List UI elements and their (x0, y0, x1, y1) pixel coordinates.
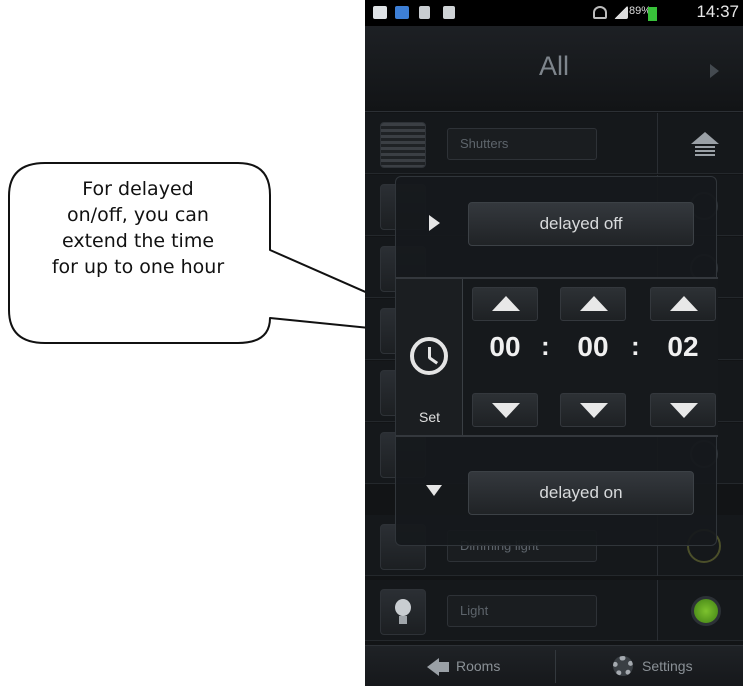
hours-value: 00 (489, 331, 521, 362)
clipboard-icon (443, 6, 455, 19)
seconds-value: 02 (667, 331, 699, 362)
bulb-icon[interactable] (380, 589, 426, 635)
delayed-on-button[interactable]: delayed on (468, 471, 694, 515)
phone-screen: 89% 14:37 All Shutters Light delayed off… (365, 0, 743, 686)
page-title: All (538, 51, 569, 81)
bulb-base (399, 616, 407, 624)
delayed-off-button[interactable]: delayed off (468, 202, 694, 246)
time-separator: : (631, 331, 640, 361)
battery-icon (648, 7, 657, 21)
shutter-icon[interactable] (380, 122, 426, 168)
timer-icon[interactable] (410, 337, 448, 375)
home-icon-base (695, 146, 715, 156)
seconds-decrement-button[interactable] (650, 393, 716, 427)
header: All (365, 26, 743, 112)
row-divider (657, 113, 658, 174)
set-button[interactable]: Set (396, 409, 463, 425)
rooms-button[interactable]: Rooms (456, 646, 500, 686)
callout-text: For delayed on/off, you can extend the t… (12, 176, 264, 280)
set-panel: Set (396, 279, 463, 435)
status-indicator-on[interactable] (691, 596, 721, 626)
signal-icon (614, 6, 628, 19)
delay-timer-dialog: delayed off Set 00 : 00 : 02 delayed on (395, 176, 718, 546)
seconds-increment-button[interactable] (650, 287, 716, 321)
callout-line: on/off, you can (67, 204, 209, 226)
bottom-nav: Rooms Settings (365, 645, 743, 686)
time-picker: Set 00 : 00 : 02 (396, 277, 718, 437)
callout-line: extend the time (61, 230, 215, 252)
seconds-spinner: 02 (650, 287, 716, 427)
bulb-glyph (395, 599, 411, 616)
nav-divider (555, 650, 556, 683)
expand-arrow-icon[interactable] (429, 215, 440, 231)
hours-decrement-button[interactable] (472, 393, 538, 427)
time-separator: : (541, 331, 550, 361)
hours-spinner: 00 (472, 287, 538, 427)
status-bar: 89% 14:37 (365, 0, 743, 26)
wifi-icon (593, 6, 607, 19)
app-icon (395, 6, 409, 19)
document-icon (419, 6, 430, 19)
device-label: Light (447, 595, 597, 627)
minutes-decrement-button[interactable] (560, 393, 626, 427)
hours-increment-button[interactable] (472, 287, 538, 321)
gallery-icon (373, 6, 387, 19)
back-arrow-tail (437, 662, 449, 672)
callout-line: for up to one hour (51, 256, 225, 278)
callout-line: For delayed (82, 178, 194, 200)
list-item[interactable]: Light (365, 580, 743, 641)
row-divider (657, 580, 658, 641)
minutes-value: 00 (577, 331, 609, 362)
minutes-spinner: 00 (560, 287, 626, 427)
next-arrow-icon[interactable] (710, 64, 719, 78)
minutes-increment-button[interactable] (560, 287, 626, 321)
home-icon[interactable] (691, 132, 719, 144)
clock-time: 14:37 (696, 2, 739, 21)
settings-button[interactable]: Settings (642, 646, 693, 686)
collapse-arrow-icon[interactable] (426, 485, 442, 496)
list-item[interactable]: Shutters (365, 113, 743, 174)
gear-icon[interactable] (613, 656, 633, 676)
device-label: Shutters (447, 128, 597, 160)
